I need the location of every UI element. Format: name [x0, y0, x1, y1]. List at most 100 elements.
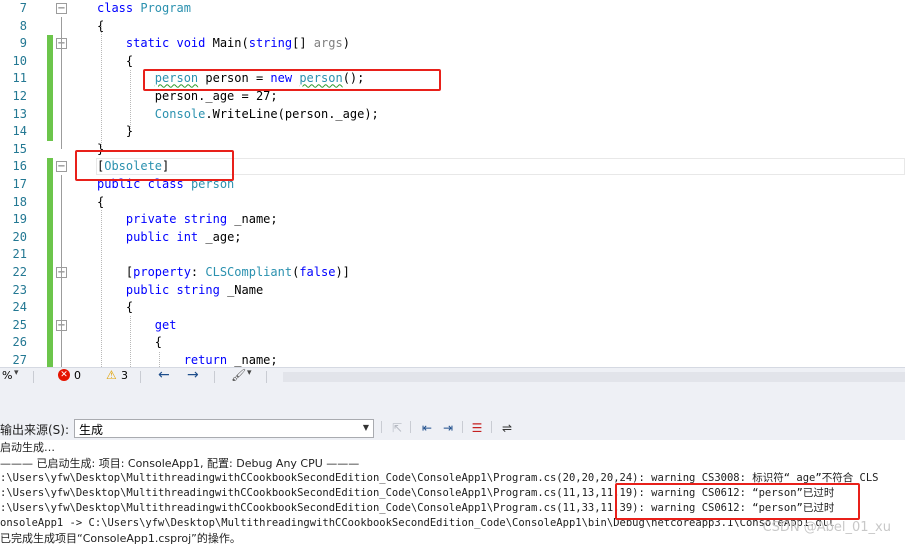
code-token: false [299, 265, 336, 279]
line-number: 15 [12, 141, 27, 156]
code-line[interactable]: 20 public int _age; [0, 228, 905, 247]
code-text: } [97, 123, 133, 141]
code-line[interactable]: 7 − class Program [0, 0, 905, 18]
line-number: 25 [12, 317, 27, 332]
code-line[interactable]: 14 } [0, 123, 905, 141]
annotation-box-new-person [143, 69, 441, 91]
code-text: return _name; [97, 352, 278, 367]
code-token: args [313, 36, 343, 51]
code-line[interactable]: 9− static void Main(string[] args) [0, 35, 905, 53]
code-line[interactable]: 11 person person = new person(); [0, 70, 905, 88]
code-line[interactable]: 27 return _name; [0, 352, 905, 367]
code-token: void [176, 36, 213, 51]
code-token: get [97, 317, 177, 332]
code-text: public string _Name [97, 282, 263, 300]
zoom-dropdown-icon[interactable]: ▾ [14, 368, 19, 378]
code-text: class Program [97, 0, 191, 18]
watermark: CSDN @Abel_01_xu [762, 520, 891, 535]
code-line[interactable]: 10 { [0, 52, 905, 71]
code-line[interactable]: 13 Console.WriteLine(person._age); [0, 105, 905, 124]
code-line[interactable]: 12 person._age = 27; [0, 88, 905, 106]
change-indicator [47, 35, 53, 53]
error-count[interactable]: 0 [74, 369, 81, 382]
arrow-left-icon[interactable]: ← [158, 367, 170, 383]
line-number: 22 [12, 265, 27, 279]
code-line[interactable]: 8{ [0, 18, 905, 36]
divider [33, 371, 34, 383]
change-indicator [47, 52, 53, 71]
code-token: { [97, 194, 105, 209]
output-toolbar: 输出来源(S): 生成 ▼ ⇱ ⇤ ⇥ ☰ ⇌ [0, 418, 905, 440]
divider [266, 371, 267, 383]
code-editor[interactable]: 7−class Program8{9− static void Main(str… [0, 0, 905, 367]
line-number: 8 [19, 18, 27, 33]
chevron-down-icon: ▼ [362, 423, 369, 432]
code-token: } [97, 124, 134, 139]
outline-bar-person [61, 175, 62, 367]
code-text: [property: CLSCompliant(false)] [97, 264, 350, 282]
indent-guide [101, 26, 102, 149]
line-number: 12 [12, 89, 27, 103]
code-line[interactable]: 18 { [0, 193, 905, 212]
output-source-label: 输出来源(S): [0, 423, 70, 437]
line-number: 21 [12, 247, 27, 262]
divider [140, 371, 141, 383]
line-number: 26 [12, 335, 27, 350]
horizontal-scrollbar[interactable] [283, 372, 905, 382]
collapse-icon[interactable]: − [56, 3, 67, 14]
divider [410, 421, 411, 433]
warning-icon[interactable]: ⚠ [106, 368, 117, 382]
change-indicator [47, 88, 53, 106]
code-text: public int _age; [97, 229, 242, 247]
indent-guide [159, 352, 160, 367]
collapse-icon[interactable]: − [56, 161, 67, 173]
clear-all-icon[interactable]: ☰ [468, 420, 486, 437]
find-message-icon[interactable]: ⇱ [388, 420, 406, 437]
error-icon[interactable]: ✕ [58, 369, 70, 381]
code-token: Main( [212, 36, 249, 51]
warning-count[interactable]: 3 [121, 369, 128, 382]
line-number: 11 [12, 71, 27, 86]
arrow-right-icon[interactable]: → [187, 367, 199, 383]
code-text: { [97, 299, 133, 317]
change-indicator [47, 105, 53, 124]
next-message-icon[interactable]: ⇥ [439, 420, 457, 437]
code-line[interactable]: 19 private string _name; [0, 211, 905, 229]
code-line[interactable]: 25− get [0, 316, 905, 335]
code-token: [] [292, 36, 314, 51]
brush-icon[interactable]: 🖌 [231, 368, 246, 382]
code-line[interactable]: 26 { [0, 334, 905, 352]
code-token: string [183, 212, 228, 227]
brush-dropdown-icon[interactable]: ▾ [247, 368, 252, 378]
code-token: _name; [227, 353, 278, 367]
line-number: 24 [12, 300, 27, 315]
code-line[interactable]: 24 { [0, 299, 905, 317]
prev-message-icon[interactable]: ⇤ [418, 420, 436, 437]
code-text: { [97, 194, 104, 212]
output-source-select[interactable]: 生成 ▼ [74, 419, 374, 438]
line-number: 17 [12, 177, 27, 191]
indent-guide [101, 210, 102, 367]
code-token: property [133, 265, 191, 279]
code-token: .WriteLine(person._age); [205, 106, 379, 121]
code-text: static void Main(string[] args) [97, 35, 350, 53]
code-line[interactable]: 21 [0, 246, 905, 264]
code-token: _age; [198, 229, 242, 244]
zoom-level[interactable]: % [2, 369, 12, 382]
word-wrap-icon[interactable]: ⇌ [498, 420, 516, 437]
code-token: public [97, 229, 177, 244]
change-indicator [47, 176, 53, 194]
code-line[interactable]: 22− [property: CLSCompliant(false)] [0, 264, 905, 282]
code-token: ) [342, 36, 350, 51]
line-number: 13 [12, 106, 27, 121]
code-line[interactable]: 23 public string _Name [0, 281, 905, 300]
change-indicator [47, 246, 53, 264]
code-token: person._age = 27; [97, 89, 278, 103]
code-token: private [97, 212, 184, 227]
code-text: private string _name; [97, 211, 278, 229]
code-token: )] [335, 265, 350, 279]
line-number: 19 [12, 212, 27, 227]
code-token: { [97, 53, 134, 68]
annotation-box-warnings [615, 483, 860, 520]
